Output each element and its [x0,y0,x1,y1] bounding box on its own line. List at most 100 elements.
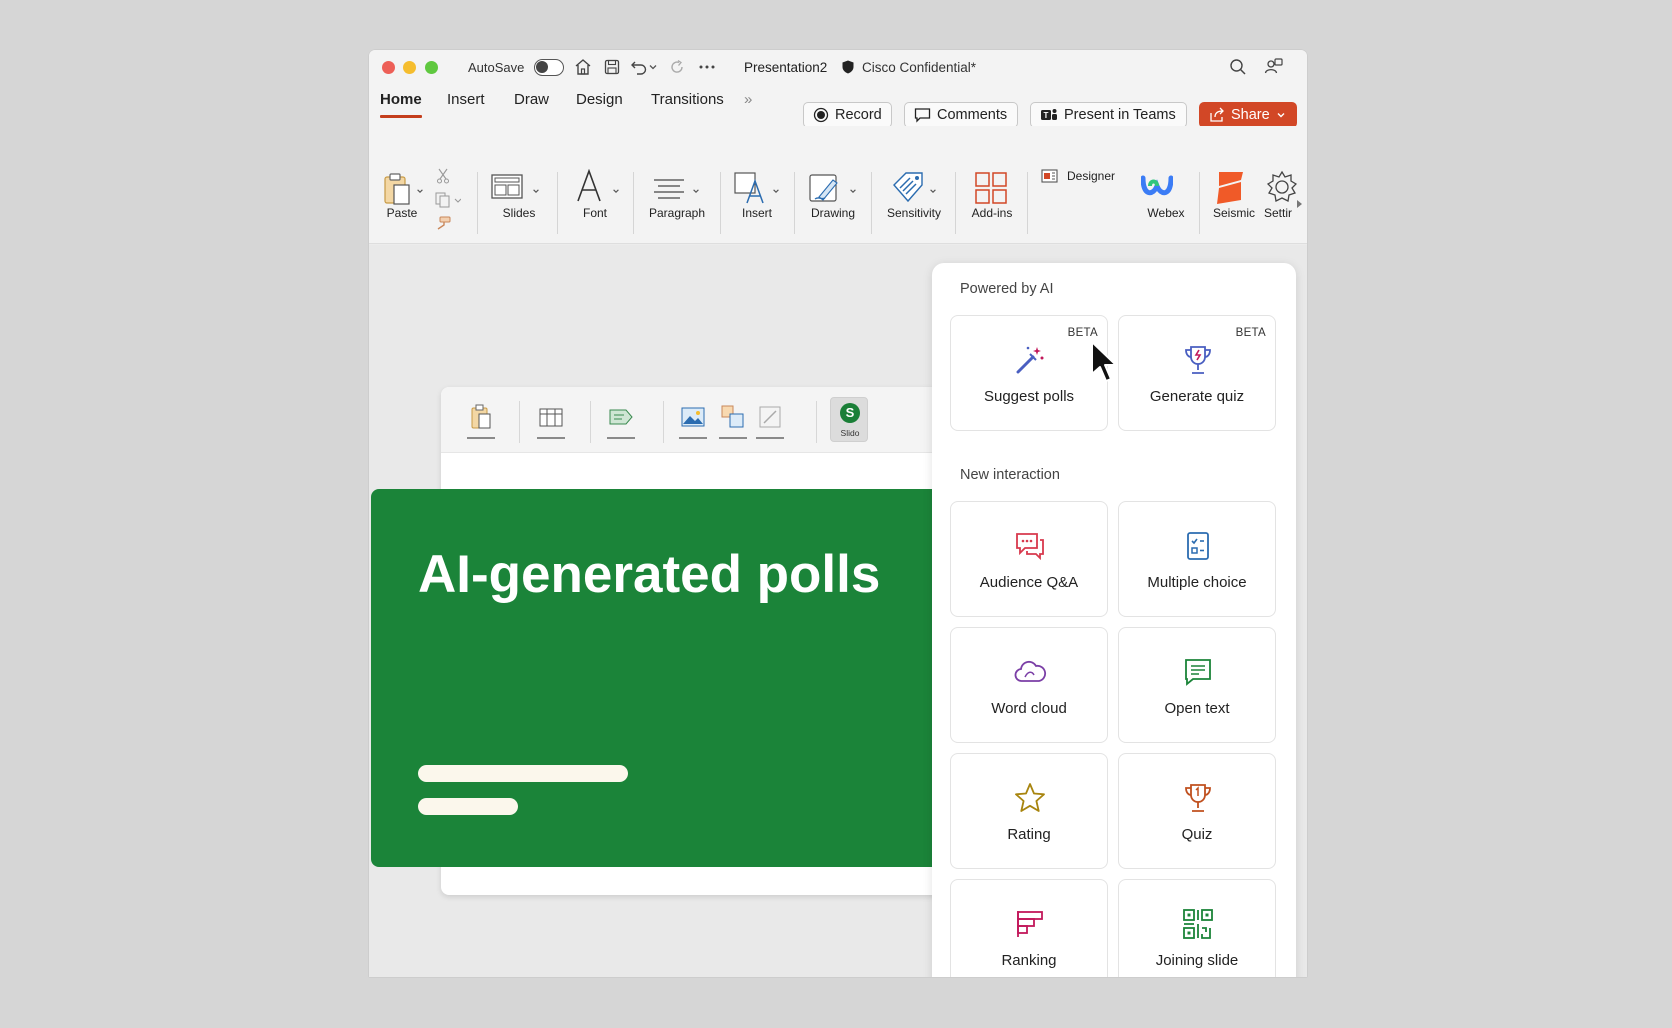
text-bubble-icon [1178,652,1218,692]
shapes-icon[interactable] [719,403,747,431]
redo-icon[interactable] [666,56,688,78]
copy-icon[interactable] [435,192,462,213]
comments-button[interactable]: Comments [904,102,1018,128]
designer-icon[interactable] [1041,168,1059,189]
comments-label: Comments [937,107,1008,123]
insert-dropdown-icon[interactable] [772,182,780,200]
designer-label[interactable]: Designer [1067,169,1115,183]
paste-icon[interactable] [467,403,495,431]
drawing-label[interactable]: Drawing [811,206,855,220]
insert-shapes-icon[interactable] [734,172,768,209]
suggest-polls-card[interactable]: BETA Suggest polls [950,315,1108,431]
tab-design[interactable]: Design [576,91,623,108]
seismic-label[interactable]: Seismic [1213,206,1255,220]
ranking-icon [1010,904,1050,944]
record-button[interactable]: Record [803,102,892,128]
cloud-icon [1010,652,1050,692]
smartart-icon[interactable] [607,403,635,431]
slides-dropdown-icon[interactable] [532,182,540,200]
beta-badge: BETA [1067,327,1098,339]
ribbon-scroll-right-icon[interactable] [1296,196,1304,214]
present-in-teams-button[interactable]: T Present in Teams [1030,102,1187,128]
quiz-card[interactable]: Quiz [1118,753,1276,869]
ranking-card[interactable]: Ranking [950,879,1108,977]
multiple-choice-label: Multiple choice [1147,574,1247,591]
font-dropdown-icon[interactable] [612,182,620,200]
generate-quiz-card[interactable]: BETA Generate quiz [1118,315,1276,431]
font-icon[interactable] [575,168,605,208]
audience-qa-label: Audience Q&A [979,574,1079,591]
slides-layout-icon[interactable] [491,174,525,205]
suggest-polls-label: Suggest polls [983,388,1075,405]
open-text-label: Open text [1164,700,1230,717]
slide-placeholder-line [418,765,628,782]
multiple-choice-card[interactable]: Multiple choice [1118,501,1276,617]
picture-icon[interactable] [679,403,707,431]
settings-label[interactable]: Settir [1264,206,1292,220]
share-icon [1210,107,1224,122]
paragraph-icon[interactable] [653,178,685,205]
present-in-teams-label: Present in Teams [1064,107,1176,123]
sensitivity-label[interactable]: Cisco Confidential* [862,60,976,75]
slide-title-area[interactable]: AI-generated polls [371,489,991,867]
slido-label: Slido [840,428,860,438]
minimize-window-button[interactable] [403,61,416,74]
account-icon[interactable] [1263,56,1285,78]
webex-label[interactable]: Webex [1147,206,1184,220]
paragraph-dropdown-icon[interactable] [692,182,700,200]
sensitivity-label[interactable]: Sensitivity [887,206,941,220]
chevron-down-icon[interactable] [1276,110,1286,120]
magic-wand-icon [1010,340,1050,380]
audience-qa-card[interactable]: Audience Q&A [950,501,1108,617]
font-label[interactable]: Font [583,206,607,220]
paragraph-label[interactable]: Paragraph [649,206,705,220]
save-icon[interactable] [601,56,623,78]
tab-insert[interactable]: Insert [447,91,485,108]
add-ins-icon[interactable] [975,172,1007,209]
webex-icon[interactable] [1140,174,1174,203]
rating-card[interactable]: Rating [950,753,1108,869]
more-tabs-icon[interactable]: » [744,91,752,108]
autosave-toggle[interactable] [534,59,564,76]
seismic-icon[interactable] [1215,170,1245,211]
slido-button[interactable]: S Slido [830,397,868,442]
joining-slide-card[interactable]: Joining slide [1118,879,1276,977]
add-ins-label[interactable]: Add-ins [972,206,1013,220]
format-painter-icon[interactable] [435,216,451,235]
tab-transitions[interactable]: Transitions [651,91,724,108]
slide-canvas: S Slido AI-generated polls Powered by AI… [369,245,1307,977]
sensitivity-icon[interactable] [891,170,925,209]
drawing-icon[interactable] [809,172,843,209]
comment-icon [914,108,931,123]
star-icon [1010,778,1050,818]
word-cloud-label: Word cloud [991,700,1067,717]
search-icon[interactable] [1227,56,1249,78]
paste-label[interactable]: Paste [387,206,418,220]
open-text-card[interactable]: Open text [1118,627,1276,743]
word-cloud-card[interactable]: Word cloud [950,627,1108,743]
mouse-pointer-icon [1090,340,1120,389]
gear-icon[interactable] [1265,170,1298,209]
screenshot-icon[interactable] [756,403,784,431]
home-icon[interactable] [572,56,594,78]
joining-slide-label: Joining slide [1155,952,1239,969]
paste-dropdown-icon[interactable] [416,182,424,200]
more-options-icon[interactable] [696,56,718,78]
share-button[interactable]: Share [1199,102,1297,128]
share-label: Share [1231,107,1270,123]
rating-label: Rating [1007,826,1051,843]
sensitivity-dropdown-icon[interactable] [929,182,937,200]
tab-home[interactable]: Home [380,91,422,118]
undo-dropdown-icon[interactable] [646,56,660,78]
slides-label[interactable]: Slides [503,206,536,220]
maximize-window-button[interactable] [425,61,438,74]
table-icon[interactable] [537,403,565,431]
drawing-dropdown-icon[interactable] [849,182,857,200]
cut-icon[interactable] [436,168,450,189]
slide-title[interactable]: AI-generated polls [418,537,938,613]
chat-bubbles-icon [1010,526,1050,566]
close-window-button[interactable] [382,61,395,74]
insert-label[interactable]: Insert [742,206,772,220]
autosave-label: AutoSave [468,60,525,75]
tab-draw[interactable]: Draw [514,91,549,108]
